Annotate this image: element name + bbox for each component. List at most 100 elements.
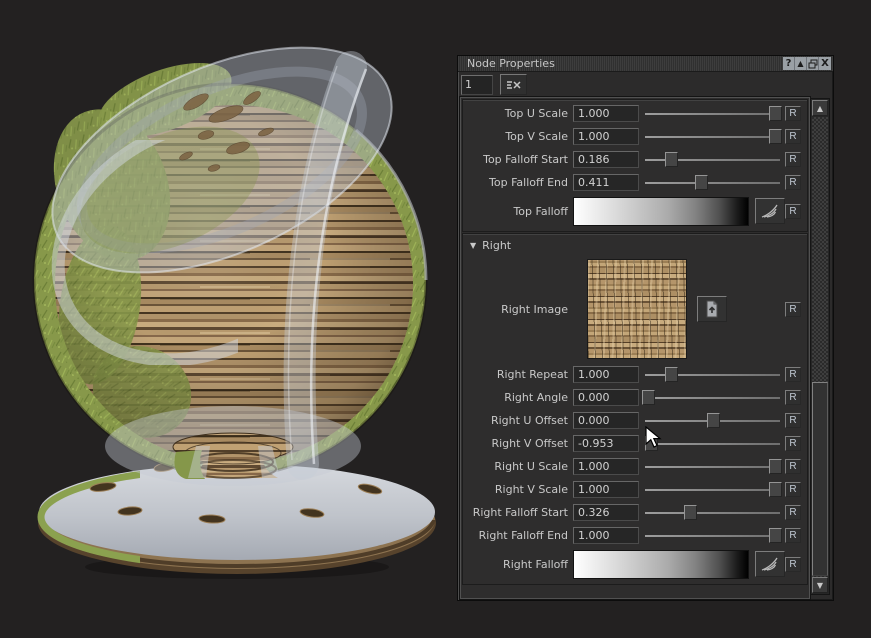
right-image-reset-button[interactable]: R	[785, 302, 801, 317]
right-angle-reset-button[interactable]: R	[785, 390, 801, 405]
right-u-offset-label: Right U Offset	[463, 414, 573, 427]
right-falloff-curve-button[interactable]	[755, 551, 785, 577]
right-angle-slider-handle[interactable]	[642, 390, 655, 405]
help-icon[interactable]: ?	[783, 57, 795, 70]
right-u-scale-slider[interactable]	[645, 458, 780, 475]
top-falloff-start-row: Top Falloff StartR	[463, 148, 807, 171]
scrollbar-thumb[interactable]	[812, 382, 828, 576]
top-falloff-curve-button[interactable]	[755, 198, 785, 224]
right-angle-value[interactable]	[573, 389, 639, 406]
top-falloff-start-reset-button[interactable]: R	[785, 152, 801, 167]
right-angle-row: Right AngleR	[463, 386, 807, 409]
titlebar-icons: ? ▲ X	[783, 57, 831, 70]
right-v-scale-reset-button[interactable]: R	[785, 482, 801, 497]
top-falloff-end-slider[interactable]	[645, 174, 780, 191]
top-u-scale-slider-handle[interactable]	[769, 106, 782, 121]
right-u-offset-reset-button[interactable]: R	[785, 413, 801, 428]
top-falloff-start-value[interactable]	[573, 151, 639, 168]
right-v-offset-slider-track[interactable]	[645, 443, 780, 445]
right-falloff-start-slider[interactable]	[645, 504, 780, 521]
node-properties-window: Node Properties ? ▲ X Top U Sca	[457, 55, 834, 601]
group-right-properties: ▼RightRight Image RRight RepeatRRight An…	[462, 233, 808, 585]
right-falloff-start-slider-handle[interactable]	[684, 505, 697, 520]
top-falloff-end-reset-button[interactable]: R	[785, 175, 801, 190]
scroll-down-button[interactable]: ▼	[812, 577, 828, 593]
right-repeat-label: Right Repeat	[463, 368, 573, 381]
right-v-offset-slider-handle[interactable]	[645, 436, 658, 451]
collapse-icon[interactable]: ▲	[795, 57, 807, 70]
top-v-scale-value[interactable]	[573, 128, 639, 145]
right-u-offset-row: Right U Offset R	[463, 409, 807, 432]
right-v-scale-value[interactable]	[573, 481, 639, 498]
right-falloff-start-label: Right Falloff Start	[463, 506, 573, 519]
top-v-scale-label: Top V Scale	[463, 130, 573, 143]
section-collapse-icon[interactable]: ▼	[470, 241, 476, 250]
top-u-scale-value[interactable]	[573, 105, 639, 122]
right-falloff-end-reset-button[interactable]: R	[785, 528, 801, 543]
right-angle-slider[interactable]	[645, 389, 780, 406]
right-repeat-slider[interactable]	[645, 366, 780, 383]
material-preview-viewport	[0, 0, 460, 638]
top-u-scale-reset-button[interactable]: R	[785, 106, 801, 121]
top-falloff-row: Top Falloff R	[463, 194, 807, 228]
close-icon[interactable]: X	[819, 57, 831, 70]
right-u-offset-slider-handle[interactable]	[707, 413, 720, 428]
top-v-scale-row: Top V Scale R	[463, 125, 807, 148]
curve-icon	[760, 556, 780, 572]
right-u-scale-reset-button[interactable]: R	[785, 459, 801, 474]
titlebar[interactable]: Node Properties ? ▲ X	[458, 56, 833, 72]
right-image-thumbnail[interactable]	[587, 259, 687, 359]
top-falloff-end-slider-handle[interactable]	[695, 175, 708, 190]
right-v-scale-slider[interactable]	[645, 481, 780, 498]
right-v-offset-reset-button[interactable]: R	[785, 436, 801, 451]
scroll-up-button[interactable]: ▲	[812, 100, 828, 116]
right-falloff-row: Right Falloff R	[463, 547, 807, 581]
top-falloff-end-slider-track[interactable]	[645, 182, 780, 184]
top-falloff-reset-button[interactable]: R	[785, 204, 801, 219]
top-v-scale-slider-handle[interactable]	[769, 129, 782, 144]
right-falloff-end-value[interactable]	[573, 527, 639, 544]
top-v-scale-slider[interactable]	[645, 128, 780, 145]
restore-icon[interactable]	[807, 57, 819, 70]
right-falloff-end-row: Right Falloff EndR	[463, 524, 807, 547]
right-angle-slider-track[interactable]	[645, 397, 780, 399]
top-u-scale-label: Top U Scale	[463, 107, 573, 120]
right-u-scale-slider-handle[interactable]	[769, 459, 782, 474]
right-falloff-gradient-strip[interactable]	[573, 550, 749, 579]
top-falloff-start-slider[interactable]	[645, 151, 780, 168]
right-v-scale-slider-handle[interactable]	[769, 482, 782, 497]
top-u-scale-row: Top U Scale R	[463, 102, 807, 125]
right-v-scale-slider-track[interactable]	[645, 489, 780, 491]
right-repeat-slider-handle[interactable]	[665, 367, 678, 382]
right-falloff-start-value[interactable]	[573, 504, 639, 521]
top-v-scale-reset-button[interactable]: R	[785, 129, 801, 144]
right-v-offset-value[interactable]	[573, 435, 639, 452]
top-u-scale-slider[interactable]	[645, 105, 780, 122]
right-u-scale-value[interactable]	[573, 458, 639, 475]
vertical-scrollbar[interactable]: ▲ ▼	[810, 98, 830, 595]
right-u-scale-label: Right U Scale	[463, 460, 573, 473]
edit-nodes-button[interactable]	[500, 74, 527, 95]
right-falloff-end-slider-track[interactable]	[645, 535, 780, 537]
top-v-scale-slider-track[interactable]	[645, 136, 780, 138]
right-u-scale-slider-track[interactable]	[645, 466, 780, 468]
right-falloff-start-slider-track[interactable]	[645, 512, 780, 514]
right-image-load-button[interactable]	[697, 296, 727, 322]
right-falloff-end-slider-handle[interactable]	[769, 528, 782, 543]
top-u-scale-slider-track[interactable]	[645, 113, 780, 115]
right-u-offset-slider[interactable]	[645, 412, 780, 429]
right-falloff-reset-button[interactable]: R	[785, 557, 801, 572]
right-u-offset-value[interactable]	[573, 412, 639, 429]
preview-count-input[interactable]	[461, 75, 493, 95]
top-falloff-end-value[interactable]	[573, 174, 639, 191]
top-falloff-start-slider-handle[interactable]	[665, 152, 678, 167]
right-repeat-value[interactable]	[573, 366, 639, 383]
right-repeat-reset-button[interactable]: R	[785, 367, 801, 382]
section-header-right[interactable]: ▼Right	[463, 236, 807, 255]
right-v-offset-label: Right V Offset	[463, 437, 573, 450]
right-falloff-end-slider[interactable]	[645, 527, 780, 544]
right-falloff-start-reset-button[interactable]: R	[785, 505, 801, 520]
right-v-scale-label: Right V Scale	[463, 483, 573, 496]
right-v-offset-slider[interactable]	[645, 435, 780, 452]
top-falloff-gradient-strip[interactable]	[573, 197, 749, 226]
